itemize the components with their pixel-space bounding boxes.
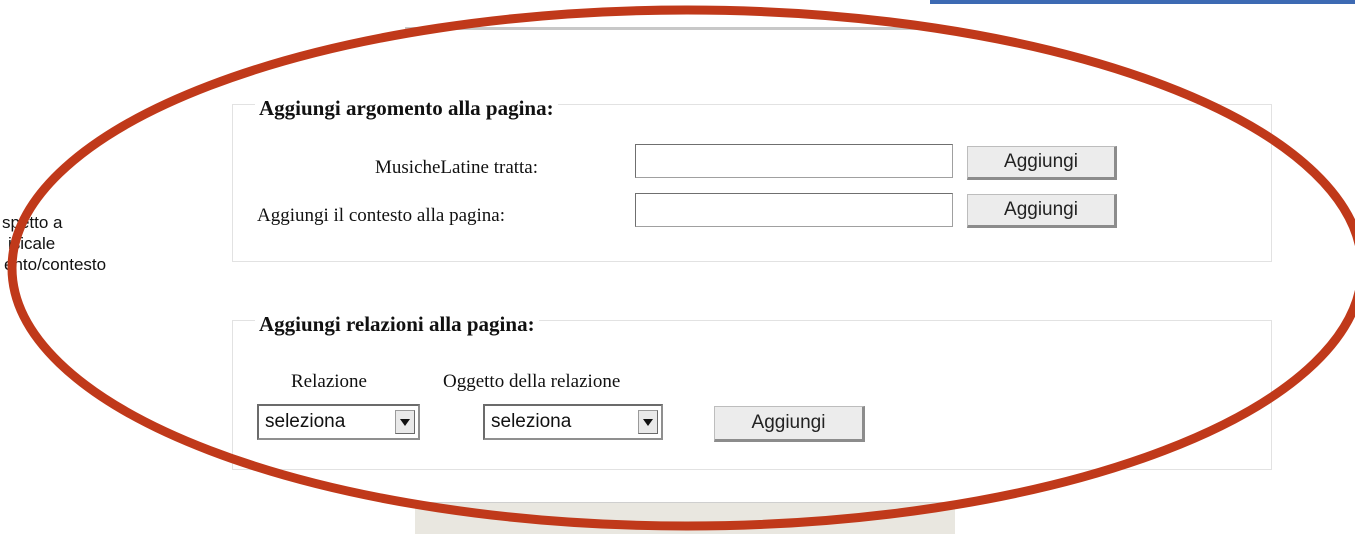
bottom-panel-edge: [415, 502, 955, 534]
add-topic-fieldset: Aggiungi argomento alla pagina: MusicheL…: [232, 96, 1272, 262]
context-label: Aggiungi il contesto alla pagina:: [257, 205, 506, 226]
relation-select[interactable]: seleziona: [257, 404, 420, 440]
add-context-button[interactable]: Aggiungi: [967, 194, 1117, 228]
add-relation-button[interactable]: Aggiungi: [714, 406, 865, 442]
add-topic-legend: Aggiungi argomento alla pagina:: [255, 96, 558, 120]
relation-select-value: seleziona: [265, 411, 346, 432]
top-accent-bar: [930, 0, 1355, 4]
chevron-down-icon[interactable]: [395, 410, 415, 434]
sidebar-text: spetto a isicale ento/contesto: [0, 212, 200, 275]
top-divider: [405, 27, 950, 30]
relation-header: Relazione: [291, 371, 367, 392]
add-relation-fieldset: Aggiungi relazioni alla pagina: Relazion…: [232, 312, 1272, 470]
sidebar-text-line: spetto a: [2, 213, 63, 232]
context-input[interactable]: [635, 193, 953, 227]
sidebar-text-line: ento/contesto: [4, 255, 107, 274]
chevron-down-icon[interactable]: [638, 410, 658, 434]
topic-label: MusicheLatine tratta:: [375, 157, 539, 178]
add-relation-legend: Aggiungi relazioni alla pagina:: [255, 312, 539, 336]
sidebar-text-line: isicale: [8, 234, 56, 253]
object-select-value: seleziona: [491, 411, 572, 432]
object-select[interactable]: seleziona: [483, 404, 663, 440]
add-topic-button[interactable]: Aggiungi: [967, 146, 1117, 180]
topic-input[interactable]: [635, 144, 953, 178]
object-header: Oggetto della relazione: [443, 371, 621, 392]
